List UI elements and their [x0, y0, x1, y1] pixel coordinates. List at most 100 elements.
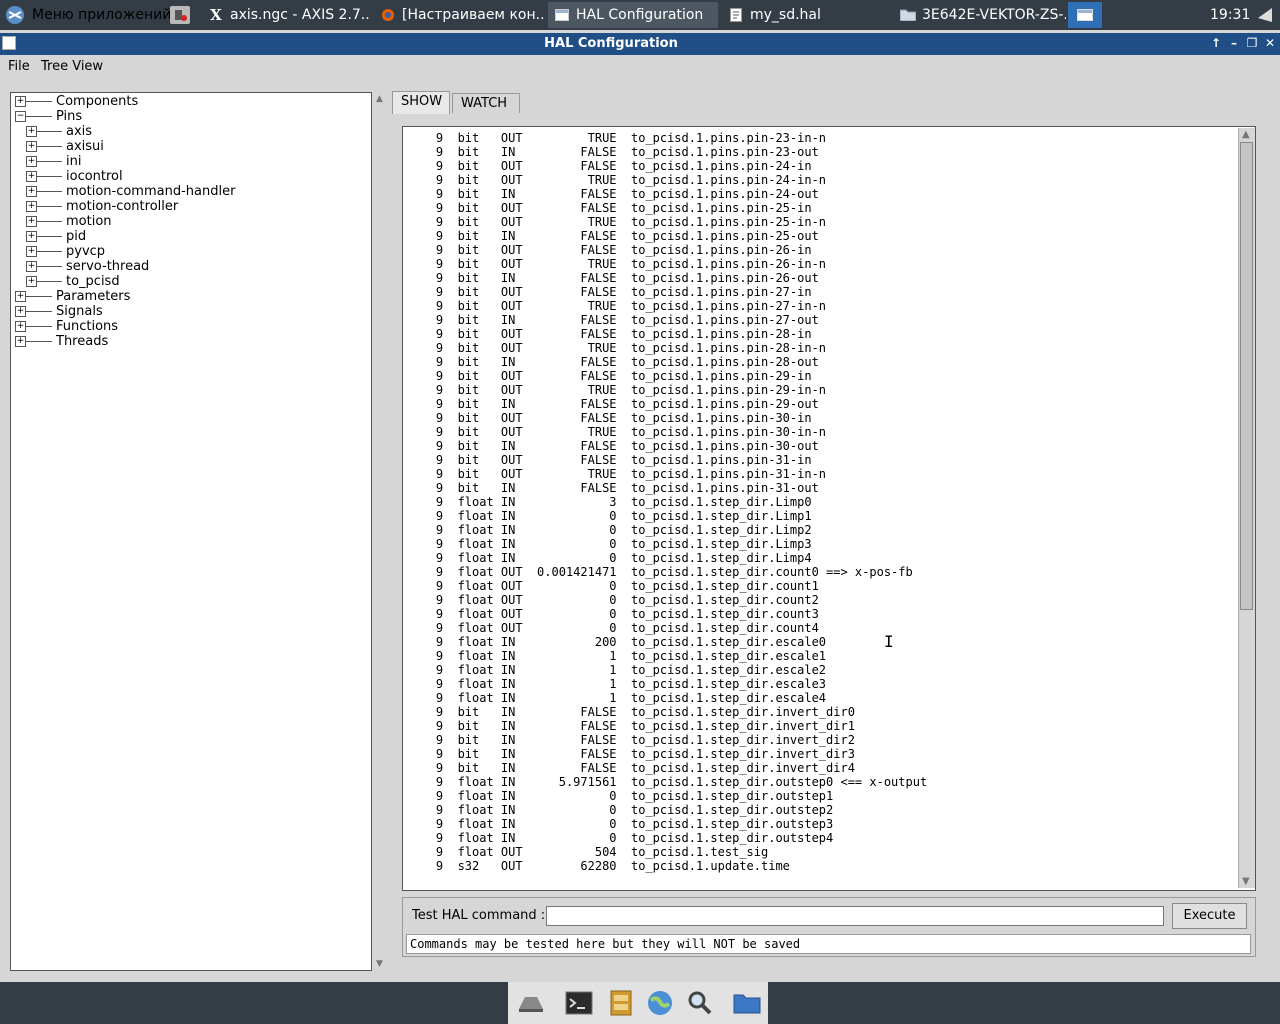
pin-row: 9 bit OUT TRUE to_pcisd.1.pins.pin-29-in…	[435, 383, 827, 397]
task-label: [Настраиваем кон...	[402, 7, 546, 23]
minimize-icon[interactable]: –	[1226, 35, 1242, 51]
pin-row: 9 float IN 0 to_pcisd.1.step_dir.Limp1	[435, 509, 812, 523]
execute-button[interactable]: Execute	[1172, 903, 1247, 929]
expand-icon[interactable]: +	[15, 306, 26, 317]
expand-icon[interactable]: +	[15, 96, 26, 107]
task-browser[interactable]: [Настраиваем кон...	[374, 2, 546, 28]
menu-tree-view[interactable]: Tree View	[41, 59, 103, 74]
network-tray-icon[interactable]	[1256, 6, 1274, 28]
pin-row: 9 float OUT 0.001421471 to_pcisd.1.step_…	[435, 565, 913, 579]
expand-icon[interactable]: +	[26, 156, 37, 167]
pin-row: 9 float IN 0 to_pcisd.1.step_dir.outstep…	[435, 817, 834, 831]
collapse-icon[interactable]: −	[15, 111, 26, 122]
window-title: HAL Configuration	[544, 36, 678, 51]
close-icon[interactable]: ✕	[1262, 35, 1278, 51]
task-label: 3E642E-VEKTOR-ZS-...	[922, 7, 1066, 23]
expand-icon[interactable]: +	[15, 321, 26, 332]
pin-row: 9 float IN 1 to_pcisd.1.step_dir.escale1	[435, 649, 827, 663]
task-file-manager[interactable]: 3E642E-VEKTOR-ZS-...	[894, 2, 1066, 28]
pin-row: 9 bit OUT FALSE to_pcisd.1.pins.pin-27-i…	[435, 285, 812, 299]
tab-show[interactable]: SHOW	[392, 91, 450, 114]
pin-row: 9 bit IN FALSE to_pcisd.1.step_dir.inver…	[435, 747, 855, 761]
window-titlebar[interactable]: HAL Configuration ↑ – ❐ ✕	[0, 33, 1280, 55]
pin-row: 9 float IN 1 to_pcisd.1.step_dir.escale4	[435, 691, 827, 705]
pin-row: 9 bit IN FALSE to_pcisd.1.pins.pin-25-ou…	[435, 229, 819, 243]
expand-icon[interactable]: +	[26, 171, 37, 182]
pin-row: 9 bit OUT FALSE to_pcisd.1.pins.pin-30-i…	[435, 411, 812, 425]
hal-command-input[interactable]	[546, 906, 1164, 926]
pin-row: 9 float IN 0 to_pcisd.1.step_dir.Limp4	[435, 551, 812, 565]
keep-above-icon[interactable]: ↑	[1208, 35, 1224, 51]
menubar	[0, 55, 1280, 79]
command-label: Test HAL command :	[412, 908, 546, 923]
task-hal-configuration[interactable]: HAL Configuration	[548, 2, 718, 28]
pin-row: 9 bit IN FALSE to_pcisd.1.step_dir.inver…	[435, 705, 855, 719]
pin-row: 9 bit OUT FALSE to_pcisd.1.pins.pin-25-i…	[435, 201, 812, 215]
clock[interactable]: 19:31	[1210, 0, 1250, 30]
pin-row: 9 bit OUT TRUE to_pcisd.1.pins.pin-25-in…	[435, 215, 827, 229]
pin-row: 9 float OUT 0 to_pcisd.1.step_dir.count1	[435, 579, 819, 593]
pin-row: 9 bit OUT TRUE to_pcisd.1.pins.pin-30-in…	[435, 425, 827, 439]
terminal-icon[interactable]	[564, 988, 594, 1018]
expand-icon[interactable]: +	[15, 336, 26, 347]
expand-icon[interactable]: +	[26, 201, 37, 212]
pin-row: 9 float IN 0 to_pcisd.1.step_dir.outstep…	[435, 789, 834, 803]
applications-menu[interactable]: Меню приложений	[4, 0, 171, 30]
expand-icon[interactable]: +	[26, 246, 37, 257]
pin-row: 9 float OUT 0 to_pcisd.1.step_dir.count3	[435, 607, 819, 621]
pin-row: 9 bit OUT TRUE to_pcisd.1.pins.pin-31-in…	[435, 467, 827, 481]
pin-row: 9 float OUT 504 to_pcisd.1.test_sig	[435, 845, 769, 859]
pin-row: 9 bit OUT FALSE to_pcisd.1.pins.pin-31-i…	[435, 453, 812, 467]
scrollbar-thumb[interactable]	[1240, 142, 1253, 610]
x-icon: 𝐗	[210, 6, 222, 24]
menu-file[interactable]: File	[8, 59, 30, 74]
scroll-up-icon[interactable]: ▲	[376, 94, 383, 104]
expand-icon[interactable]: +	[26, 261, 37, 272]
pin-row: 9 float IN 200 to_pcisd.1.step_dir.escal…	[435, 635, 827, 649]
scroll-down-icon[interactable]: ▼	[376, 959, 383, 969]
pin-row: 9 float OUT 0 to_pcisd.1.step_dir.count2	[435, 593, 819, 607]
expand-icon[interactable]: +	[26, 216, 37, 227]
tree-scrollbar[interactable]: ▲ ▼	[374, 92, 388, 971]
pin-row: 9 float IN 0 to_pcisd.1.step_dir.outstep…	[435, 803, 834, 817]
file-manager-icon[interactable]	[606, 988, 636, 1018]
folder-icon[interactable]	[732, 988, 762, 1018]
scroll-down-icon[interactable]: ▼	[1242, 876, 1250, 887]
pin-row: 9 float IN 1 to_pcisd.1.step_dir.escale3	[435, 677, 827, 691]
expand-icon[interactable]: +	[26, 231, 37, 242]
search-icon[interactable]	[685, 988, 715, 1018]
show-desktop-icon[interactable]	[516, 988, 546, 1018]
command-status: Commands may be tested here but they wil…	[406, 934, 1251, 954]
expand-icon[interactable]: +	[26, 186, 37, 197]
workspace-switcher[interactable]	[1068, 2, 1102, 28]
show-desktop-icon[interactable]	[170, 6, 190, 24]
pin-row: 9 bit OUT TRUE to_pcisd.1.pins.pin-27-in…	[435, 299, 827, 313]
expand-icon[interactable]: +	[26, 126, 37, 137]
maximize-icon[interactable]: ❐	[1244, 35, 1260, 51]
hal-tree[interactable]: + Components − Pins + axis + axisui + ini + ioc…	[10, 92, 372, 971]
pin-row: 9 s32 OUT 62280 to_pcisd.1.update.time	[435, 859, 790, 873]
pin-row: 9 bit IN FALSE to_pcisd.1.pins.pin-31-ou…	[435, 481, 819, 495]
pin-listing[interactable]: 9 bit OUT TRUE to_pcisd.1.pins.pin-23-in…	[402, 126, 1256, 891]
task-label: HAL Configuration	[576, 7, 704, 23]
pin-row: 9 bit IN FALSE to_pcisd.1.pins.pin-24-ou…	[435, 187, 819, 201]
pin-row: 9 bit OUT TRUE to_pcisd.1.pins.pin-28-in…	[435, 341, 827, 355]
text-cursor-icon: I	[884, 632, 894, 651]
task-my-sd-hal[interactable]: my_sd.hal	[722, 2, 892, 28]
expand-icon[interactable]: +	[15, 291, 26, 302]
window-icon	[554, 7, 570, 23]
pin-row: 9 bit IN FALSE to_pcisd.1.pins.pin-26-ou…	[435, 271, 819, 285]
pin-row: 9 float OUT 0 to_pcisd.1.step_dir.count4	[435, 621, 819, 635]
web-browser-icon[interactable]	[645, 988, 675, 1018]
tab-watch[interactable]: WATCH	[452, 93, 520, 113]
pin-row: 9 bit IN FALSE to_pcisd.1.pins.pin-23-ou…	[435, 145, 819, 159]
expand-icon[interactable]: +	[26, 141, 37, 152]
scroll-up-icon[interactable]: ▲	[1242, 129, 1250, 140]
task-axis[interactable]: 𝐗 axis.ngc - AXIS 2.7....	[202, 2, 370, 28]
pin-row: 9 bit IN FALSE to_pcisd.1.pins.pin-29-ou…	[435, 397, 819, 411]
pin-row: 9 bit OUT FALSE to_pcisd.1.pins.pin-24-i…	[435, 159, 812, 173]
expand-icon[interactable]: +	[26, 276, 37, 287]
pin-row: 9 float IN 0 to_pcisd.1.step_dir.Limp3	[435, 537, 812, 551]
pin-row: 9 float IN 3 to_pcisd.1.step_dir.Limp0	[435, 495, 812, 509]
pin-row: 9 bit IN FALSE to_pcisd.1.pins.pin-27-ou…	[435, 313, 819, 327]
